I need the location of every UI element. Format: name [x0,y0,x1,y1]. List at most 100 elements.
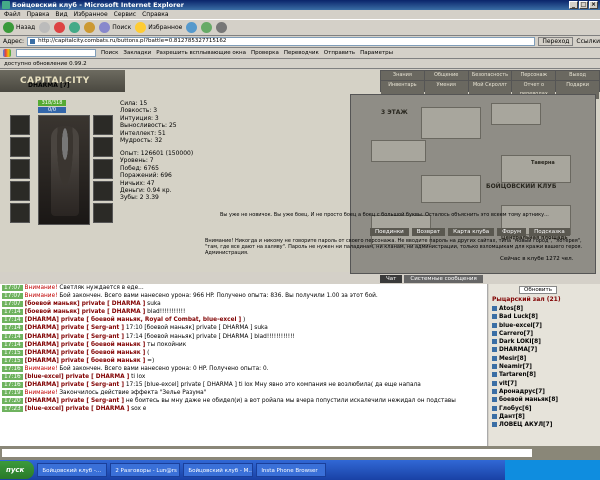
player-name[interactable]: Tartaren[8] [499,372,536,378]
hint-button[interactable]: Подсказка [529,228,570,236]
close-button[interactable]: × [589,1,598,9]
history-icon[interactable] [186,22,198,33]
player-name[interactable]: DHARMA[7] [499,347,537,353]
equip-slot-amulet[interactable] [93,203,113,223]
player-entry[interactable]: Atos[8] [492,305,596,313]
duels-button[interactable]: Поединки [370,228,409,236]
translate-button[interactable]: Переводчик [284,50,319,56]
equip-slot-armor[interactable] [10,159,30,179]
equip-slot-helmet[interactable] [10,115,30,135]
private-chat-icon[interactable] [492,422,497,428]
links-label[interactable]: Ссылки [576,38,600,45]
menu-edit[interactable]: Правка [27,10,50,19]
chat-sender[interactable]: [DHARMA] private [ боевой маньяк ] [23,350,146,356]
chat-time[interactable]: 17:07 [2,301,23,308]
map-room-upper[interactable] [491,103,541,125]
popups-button[interactable]: Разрешить всплывающие окна [156,50,246,56]
menu-tools[interactable]: Сервис [114,10,136,19]
home-icon[interactable] [84,22,96,33]
private-chat-icon[interactable] [492,314,497,320]
chat-time[interactable]: 17:16 [2,374,23,381]
address-input[interactable]: http://capitalcity.combats.ru/buttons.pl… [27,37,536,46]
private-chat-icon[interactable] [492,347,497,353]
private-chat-icon[interactable] [492,388,497,394]
send-button[interactable]: Отправить [324,50,355,56]
nav-communication[interactable]: Общение [424,71,468,80]
equip-slot-shield[interactable] [93,159,113,179]
player-name[interactable]: Mesir[8] [499,356,526,362]
chat-sender[interactable]: [DHARMA] private [ боевой маньяк ] [23,342,146,348]
player-name[interactable]: боевой маньяк[8] [499,397,558,403]
player-name[interactable]: Atos[8] [499,306,523,312]
player-name[interactable]: Bad Luck[8] [499,314,538,320]
player-name[interactable]: Дант[8] [499,414,525,420]
chat-time[interactable]: 17:15 [2,349,23,356]
player-name[interactable]: Глобус[6] [499,406,532,412]
equip-slot-gloves[interactable] [93,137,113,157]
start-button[interactable]: пуск [0,461,35,479]
chat-time[interactable]: 17:16 [2,382,23,389]
chat-time[interactable]: 17:14 [2,333,23,340]
private-chat-icon[interactable] [492,322,497,328]
settings-button[interactable]: Параметры [360,50,393,56]
private-chat-icon[interactable] [492,413,497,419]
equip-slot-legs[interactable] [93,181,113,201]
chat-input[interactable] [2,449,532,457]
refresh-button[interactable]: Обновить [519,286,557,294]
player-entry[interactable]: Bad Luck[8] [492,313,596,321]
chat-sender[interactable]: [DHARMA] private [ боевой маньяк ] [23,358,146,364]
minimize-button[interactable]: _ [569,1,578,9]
return-button[interactable]: Возврат [411,228,446,236]
chat-time[interactable]: 17:14 [2,325,23,332]
chat-sender[interactable]: [DHARMA] private [ Serg-ant ] [23,325,124,331]
back-button[interactable]: Назад [3,22,35,33]
private-chat-icon[interactable] [492,355,497,361]
task-item[interactable]: 2 Разговоры - Lun@rs [110,463,181,477]
player-entry[interactable]: DHARMA[7] [492,346,596,354]
forum-button[interactable]: Форум [497,228,527,236]
map-room-center[interactable] [421,175,481,203]
player-entry[interactable]: Глобус[6] [492,405,596,413]
private-chat-icon[interactable] [492,380,497,386]
map-room-floor3[interactable] [421,107,481,139]
player-name[interactable]: Carrero[7] [499,331,533,337]
chat-sender[interactable]: [DHARMA] private [ Serg-ant ] [23,382,124,388]
map-room-left[interactable] [371,140,426,162]
favorites-button[interactable]: Избранное [135,22,182,33]
go-button[interactable]: Переход [538,37,574,46]
nav-exit[interactable]: Выход [556,71,599,80]
private-chat-icon[interactable] [492,372,497,378]
chat-sender[interactable]: [боевой маньяк] private [ DHARMA ] [23,301,146,307]
chat-time[interactable]: 17:16 [2,365,23,372]
task-item[interactable]: Бойцовский клуб -... [37,463,108,477]
update-text[interactable]: доступно обновление 0.99.2 [4,61,87,67]
player-name[interactable]: blue-excel[7] [499,323,542,329]
player-entry[interactable]: ЛОВЕЦ АКУЛ[7] [492,421,596,429]
bookmarks-button[interactable]: Закладки [123,50,151,56]
private-chat-icon[interactable] [492,405,497,411]
chat-sender[interactable]: [DHARMA] private [ Serg-ant ] [23,398,124,404]
equip-slot-belt[interactable] [10,181,30,201]
toolbar-search-button[interactable]: Поиск [101,50,118,56]
task-item[interactable]: Бойцовский клуб - M... [183,463,254,477]
player-name[interactable]: Аронадрус[7] [499,389,545,395]
chat-sender[interactable]: [боевой маньяк] private [ DHARMA ] [23,309,146,315]
check-button[interactable]: Проверка [251,50,279,56]
task-item[interactable]: Insta Phone Browser [256,463,327,477]
refresh-icon[interactable] [69,22,81,33]
chat-time[interactable]: 17:14 [2,317,23,324]
nav-security[interactable]: Безопасность [468,71,512,80]
player-entry[interactable]: blue-excel[7] [492,322,596,330]
nav-character[interactable]: Персонаж [512,71,556,80]
player-name[interactable]: vit[7] [499,381,517,387]
chat-sender[interactable]: [blue-excel] private [ DHARMA ] [23,374,130,380]
chat-sender[interactable]: Внимание! [23,366,58,372]
chat-sender[interactable]: [blue-excel] private [ DHARMA ] [23,406,130,412]
private-chat-icon[interactable] [492,339,497,345]
chat-sender[interactable]: Внимание! [23,293,58,299]
player-entry[interactable]: Mesir[8] [492,355,596,363]
private-chat-icon[interactable] [492,306,497,311]
chat-time[interactable]: 17:14 [2,309,23,316]
tab-system[interactable]: Системные сообщения [404,275,483,283]
menu-favorites[interactable]: Избранное [74,10,108,19]
